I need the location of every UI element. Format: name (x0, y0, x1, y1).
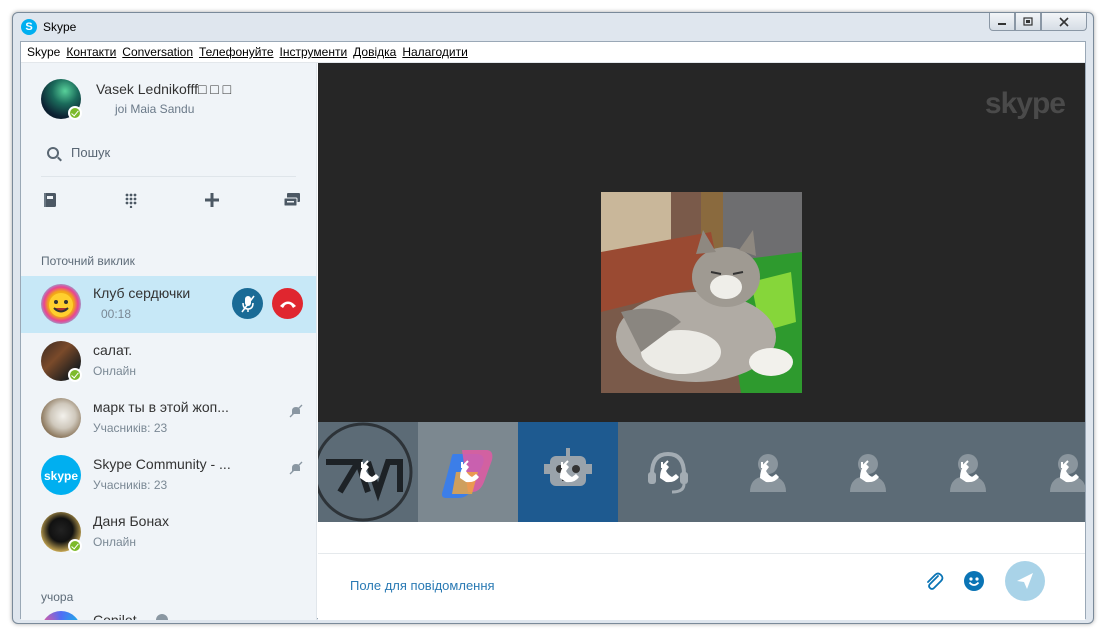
online-status-icon (68, 106, 82, 120)
call-name: Клуб сердючки (93, 285, 191, 301)
search-box[interactable]: Пошук (47, 145, 110, 160)
menu-tools[interactable]: Інструменти (280, 42, 354, 62)
call-incoming-icon (360, 460, 379, 483)
video-feed-image (601, 192, 802, 393)
participants-strip (318, 422, 1085, 522)
group-members: Учасників: 23 (93, 421, 168, 435)
skype-window: S Skype Skype Контакти Conversation Теле… (12, 12, 1094, 624)
contact-name: Даня Бонах (93, 513, 169, 529)
menu-bar: Skype Контакти Conversation Телефонуйте … (21, 42, 1085, 63)
hang-up-button[interactable] (272, 288, 303, 319)
cat-photo (601, 192, 802, 393)
call-incoming-icon (660, 460, 679, 483)
app-client: Skype Контакти Conversation Телефонуйте … (20, 41, 1086, 620)
dialpad-button[interactable] (116, 185, 146, 215)
call-incoming-icon (960, 460, 979, 483)
menu-contacts[interactable]: Контакти (66, 42, 122, 62)
attach-button[interactable] (924, 571, 944, 591)
minimize-icon (998, 22, 1006, 25)
menu-conversation[interactable]: Conversation (122, 42, 199, 62)
search-icon (47, 146, 59, 159)
close-button[interactable] (1041, 13, 1087, 31)
svg-text:skype: skype (44, 469, 78, 483)
video-area: skype (318, 63, 1085, 422)
menu-debug[interactable]: Налагодити (402, 42, 473, 62)
close-icon (1059, 16, 1069, 27)
contact-name: Copilot (93, 612, 137, 620)
smiley-icon (968, 577, 980, 586)
mute-mic-button[interactable] (232, 288, 263, 319)
list-item[interactable]: салат. Онлайн (21, 333, 316, 390)
profile-name[interactable]: Vasek Lednikofff□ □ □ (96, 81, 231, 97)
call-duration: 00:18 (101, 307, 132, 321)
sms-button[interactable] (277, 185, 307, 215)
search-label: Пошук (71, 145, 111, 160)
list-item[interactable]: Copilot (21, 603, 316, 620)
contact-status: Онлайн (93, 535, 136, 549)
call-incoming-icon (860, 460, 879, 483)
group-name: Skype Community - ... (93, 456, 231, 472)
menu-help[interactable]: Довідка (353, 42, 402, 62)
emoji-button[interactable] (964, 571, 984, 591)
contacts-book-icon (44, 193, 56, 207)
group-avatar: skype (41, 455, 81, 495)
window-controls (989, 13, 1087, 31)
message-input[interactable]: Поле для повідомлення (350, 578, 495, 593)
paperclip-icon (927, 572, 944, 590)
group-avatar (41, 398, 81, 438)
group-avatar (41, 284, 81, 324)
send-button[interactable] (1005, 561, 1045, 601)
title-bar: S Skype (13, 13, 1093, 41)
contact-avatar (41, 611, 81, 620)
call-incoming-icon (460, 460, 479, 483)
restore-icon (1023, 17, 1033, 26)
skype-logo-icon: S (21, 19, 37, 35)
divider (41, 176, 296, 177)
skype-logo-icon: skype (44, 469, 78, 483)
section-yesterday: учора (41, 590, 74, 604)
verified-icon (156, 614, 168, 620)
sidebar: Vasek Lednikofff□ □ □ joi Maia Sandu Пош… (21, 63, 317, 620)
online-status-icon (68, 539, 82, 553)
call-incoming-icon (1060, 460, 1079, 483)
face-emoji-icon (49, 293, 73, 317)
send-icon (1017, 573, 1033, 589)
divider (318, 553, 1085, 554)
window-title: Skype (43, 20, 77, 34)
list-item[interactable]: Даня Бонах Онлайн (21, 504, 316, 561)
menu-skype[interactable]: Skype (27, 42, 66, 62)
call-incoming-icon (760, 460, 779, 483)
dialpad-icon (125, 193, 137, 208)
restore-button[interactable] (1015, 13, 1041, 31)
add-button[interactable] (197, 185, 227, 215)
conversation-panel: skype Поле для повідомлення (318, 63, 1085, 620)
minimize-button[interactable] (989, 13, 1015, 31)
skype-watermark: skype (984, 87, 1066, 120)
group-members: Учасників: 23 (93, 478, 168, 492)
hang-up-icon (279, 301, 296, 308)
mic-muted-icon (240, 295, 255, 312)
sms-icon (283, 193, 300, 207)
contacts-button[interactable] (35, 185, 65, 215)
contact-status: Онлайн (93, 364, 136, 378)
muted-bell-icon (289, 404, 303, 421)
sidebar-toolbar (21, 185, 316, 215)
call-incoming-icon (560, 460, 579, 483)
list-item[interactable]: skype Skype Community - ... Учасників: 2… (21, 447, 316, 504)
menu-call[interactable]: Телефонуйте (199, 42, 280, 62)
contact-name: салат. (93, 342, 133, 358)
profile-mood[interactable]: joi Maia Sandu (115, 102, 194, 116)
group-name: марк ты в этой жоп... (93, 399, 229, 415)
muted-bell-icon (289, 461, 303, 478)
list-item[interactable]: марк ты в этой жоп... Учасників: 23 (21, 390, 316, 447)
current-call-item[interactable]: Клуб сердючки 00:18 (21, 276, 316, 333)
add-icon (205, 193, 219, 207)
section-current-call: Поточний виклик (41, 254, 135, 268)
online-status-icon (68, 368, 82, 382)
